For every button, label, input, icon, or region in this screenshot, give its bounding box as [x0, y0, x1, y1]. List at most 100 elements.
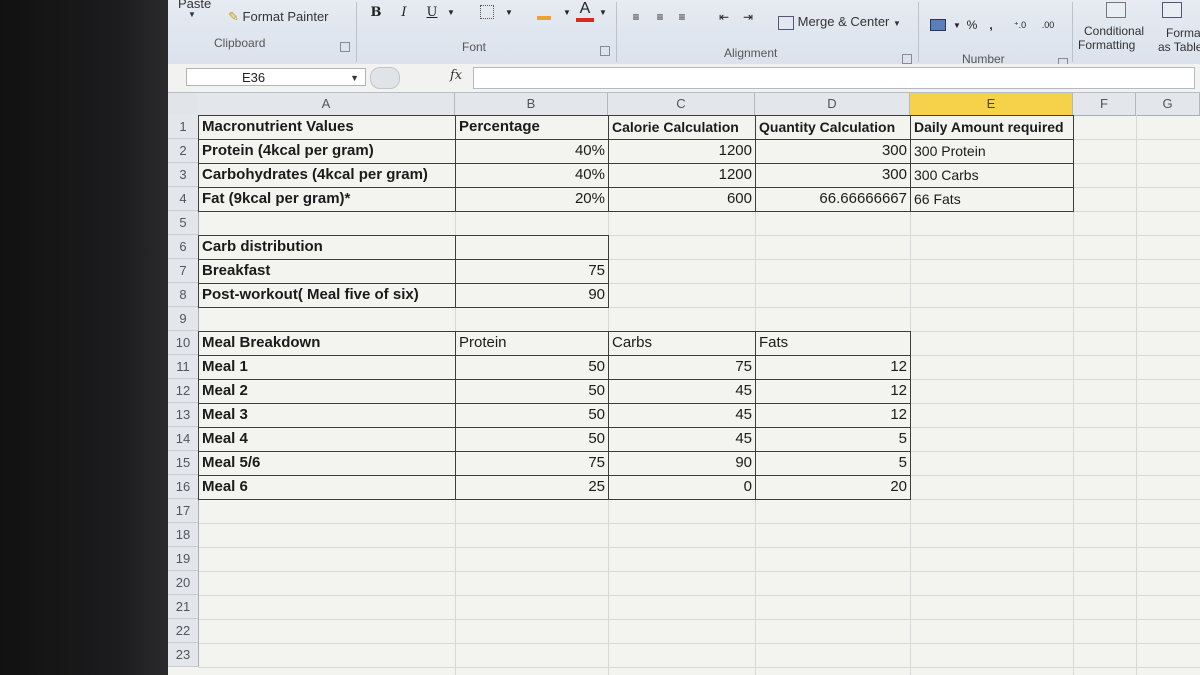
- table-cell[interactable]: Meal 4: [198, 427, 456, 452]
- row-header-16[interactable]: 16: [168, 475, 199, 499]
- align-center-icon[interactable]: ≡: [652, 8, 668, 26]
- bold-button[interactable]: B: [368, 3, 384, 21]
- table-cell[interactable]: 12: [755, 379, 911, 404]
- insert-function-icon[interactable]: fx: [450, 68, 462, 83]
- row-header-22[interactable]: 22: [168, 619, 199, 643]
- font-color-dropdown-icon[interactable]: ▼: [598, 3, 608, 21]
- row-header-12[interactable]: 12: [168, 379, 199, 403]
- table-cell[interactable]: 75: [455, 259, 609, 284]
- table-cell[interactable]: 12: [755, 355, 911, 380]
- paste-dropdown-icon[interactable]: ▼: [188, 10, 196, 19]
- table-cell[interactable]: 75: [455, 451, 609, 476]
- table-cell[interactable]: 40%: [455, 163, 609, 188]
- table-header-cell[interactable]: Calorie Calculation: [608, 115, 756, 140]
- table-cell[interactable]: 75: [608, 355, 756, 380]
- table-cell[interactable]: 50: [455, 379, 609, 404]
- table-header-cell[interactable]: Protein: [455, 331, 609, 356]
- increase-decimal-icon[interactable]: ⁺.0: [1008, 16, 1032, 34]
- font-launcher-icon[interactable]: [600, 46, 610, 56]
- row-header-5[interactable]: 5: [168, 211, 199, 235]
- row-header-20[interactable]: 20: [168, 571, 199, 595]
- row-header-1[interactable]: 1: [168, 115, 199, 139]
- table-cell[interactable]: 90: [608, 451, 756, 476]
- table-cell[interactable]: [455, 235, 609, 260]
- formula-input[interactable]: [473, 67, 1195, 89]
- column-header-d[interactable]: D: [755, 93, 910, 116]
- row-header-10[interactable]: 10: [168, 331, 199, 355]
- decrease-indent-icon[interactable]: ⇤: [716, 8, 732, 26]
- table-cell[interactable]: 300: [755, 163, 911, 188]
- table-cell[interactable]: 20%: [455, 187, 609, 212]
- table-header-cell[interactable]: Macronutrient Values: [198, 115, 456, 140]
- increase-indent-icon[interactable]: ⇥: [740, 8, 756, 26]
- column-header-f[interactable]: F: [1073, 93, 1136, 116]
- table-header-cell[interactable]: Fats: [755, 331, 911, 356]
- table-header-cell[interactable]: Quantity Calculation: [755, 115, 911, 140]
- row-header-11[interactable]: 11: [168, 355, 199, 379]
- table-cell[interactable]: 66 Fats: [910, 187, 1074, 212]
- table-cell[interactable]: 25: [455, 475, 609, 500]
- table-cell[interactable]: 300 Carbs: [910, 163, 1074, 188]
- row-header-4[interactable]: 4: [168, 187, 199, 211]
- row-header-15[interactable]: 15: [168, 451, 199, 475]
- row-header-19[interactable]: 19: [168, 547, 199, 571]
- table-cell[interactable]: 600: [608, 187, 756, 212]
- formula-bar-handle[interactable]: [370, 67, 400, 89]
- table-cell[interactable]: 50: [455, 427, 609, 452]
- decrease-decimal-icon[interactable]: .00: [1036, 16, 1060, 34]
- table-cell[interactable]: 40%: [455, 139, 609, 164]
- row-header-17[interactable]: 17: [168, 499, 199, 523]
- table-cell[interactable]: 50: [455, 355, 609, 380]
- spreadsheet-grid[interactable]: A B C D E F G 1 2 3 4 5 6 7 8 9 10 11 12 13 14 15 16 17 18 19 20 21…: [168, 93, 1200, 675]
- table-cell[interactable]: Meal 6: [198, 475, 456, 500]
- row-header-13[interactable]: 13: [168, 403, 199, 427]
- accounting-dropdown-icon[interactable]: ▼: [952, 16, 962, 34]
- borders-dropdown-icon[interactable]: ▼: [504, 3, 514, 21]
- carb-table-title[interactable]: Carb distribution: [198, 235, 456, 260]
- table-cell[interactable]: Meal 2: [198, 379, 456, 404]
- table-cell[interactable]: Meal 3: [198, 403, 456, 428]
- column-header-a[interactable]: A: [198, 93, 455, 116]
- table-cell[interactable]: 45: [608, 427, 756, 452]
- table-cell[interactable]: 5: [755, 427, 911, 452]
- table-cell[interactable]: 0: [608, 475, 756, 500]
- row-header-23[interactable]: 23: [168, 643, 199, 667]
- row-header-6[interactable]: 6: [168, 235, 199, 259]
- table-cell[interactable]: 50: [455, 403, 609, 428]
- underline-dropdown-icon[interactable]: ▼: [446, 3, 456, 21]
- table-cell[interactable]: 300 Protein: [910, 139, 1074, 164]
- font-color-button[interactable]: A: [576, 0, 594, 22]
- percent-button[interactable]: %: [964, 16, 980, 34]
- row-header-9[interactable]: 9: [168, 307, 199, 331]
- format-as-table-button[interactable]: Format as Table: [1158, 2, 1200, 54]
- column-header-b[interactable]: B: [455, 93, 608, 116]
- row-header-2[interactable]: 2: [168, 139, 199, 163]
- table-cell[interactable]: 20: [755, 475, 911, 500]
- table-cell[interactable]: Protein (4kcal per gram): [198, 139, 456, 164]
- row-header-8[interactable]: 8: [168, 283, 199, 307]
- fill-color-icon[interactable]: [534, 2, 554, 20]
- table-cell[interactable]: 45: [608, 379, 756, 404]
- table-cell[interactable]: Carbohydrates (4kcal per gram): [198, 163, 456, 188]
- row-header-7[interactable]: 7: [168, 259, 199, 283]
- table-cell[interactable]: 45: [608, 403, 756, 428]
- row-header-21[interactable]: 21: [168, 595, 199, 619]
- accounting-format-icon[interactable]: [928, 16, 948, 34]
- row-header-3[interactable]: 3: [168, 163, 199, 187]
- align-right-icon[interactable]: ≡: [674, 8, 690, 26]
- column-header-c[interactable]: C: [608, 93, 755, 116]
- row-header-18[interactable]: 18: [168, 523, 199, 547]
- table-header-cell[interactable]: Meal Breakdown: [198, 331, 456, 356]
- table-cell[interactable]: 12: [755, 403, 911, 428]
- clipboard-launcher-icon[interactable]: [340, 42, 350, 52]
- italic-button[interactable]: I: [396, 3, 412, 21]
- format-painter-button[interactable]: ✎ Format Painter: [228, 9, 329, 25]
- table-cell[interactable]: Meal 5/6: [198, 451, 456, 476]
- table-cell[interactable]: 1200: [608, 139, 756, 164]
- merge-center-button[interactable]: Merge & Center ▼: [778, 14, 901, 30]
- table-cell[interactable]: 90: [455, 283, 609, 308]
- table-cell[interactable]: Breakfast: [198, 259, 456, 284]
- table-header-cell[interactable]: Daily Amount required: [910, 115, 1074, 140]
- comma-button[interactable]: ,: [986, 16, 996, 34]
- alignment-launcher-icon[interactable]: [902, 54, 912, 64]
